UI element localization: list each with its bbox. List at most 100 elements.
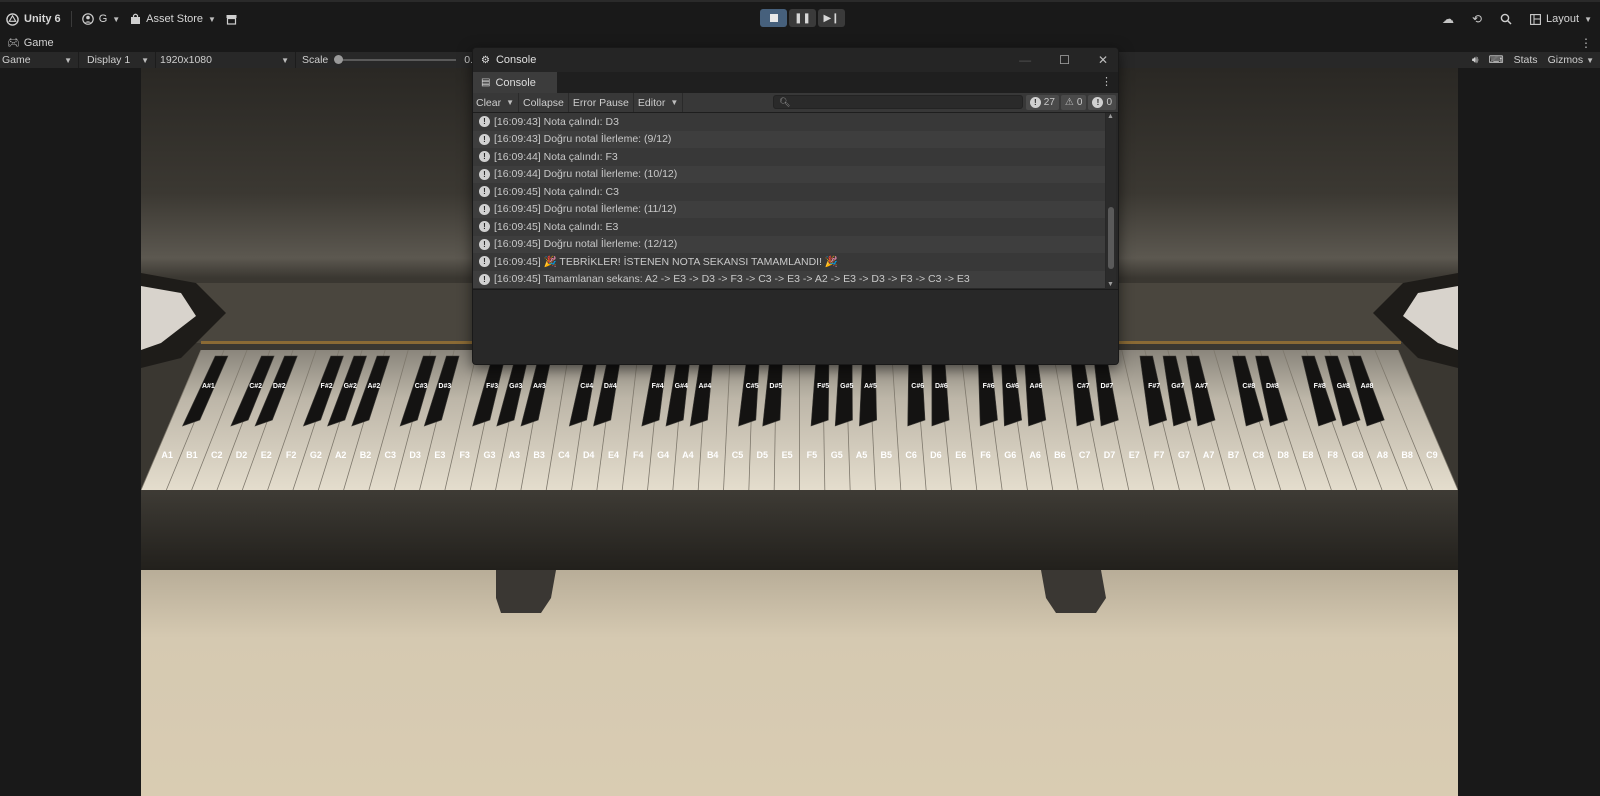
white-key-label[interactable]: A1 bbox=[161, 450, 173, 460]
step-button[interactable]: ▶❙ bbox=[818, 9, 845, 27]
white-key-label[interactable]: F2 bbox=[286, 450, 297, 460]
white-key-label[interactable]: C2 bbox=[211, 450, 223, 460]
error-count-toggle[interactable]: ! 0 bbox=[1088, 95, 1116, 110]
resolution-dropdown[interactable]: 1920x1080 ▼ bbox=[156, 52, 296, 68]
pause-button[interactable]: ❚❚ bbox=[789, 9, 816, 27]
log-count-toggle[interactable]: ! 27 bbox=[1025, 95, 1059, 110]
tab-console[interactable]: ▤ Console bbox=[473, 72, 557, 93]
console-search-input[interactable]: 🔍︎ bbox=[773, 95, 1023, 109]
white-key-label[interactable]: G4 bbox=[657, 450, 669, 460]
white-key-label[interactable]: E7 bbox=[1129, 450, 1140, 460]
log-entry[interactable]: ! [16:09:43] Doğru notal İlerleme: (9/12) bbox=[473, 130, 1105, 148]
unity-menu[interactable]: Unity 6 bbox=[6, 12, 61, 26]
chevron-down-icon[interactable]: ▼ bbox=[506, 98, 514, 107]
white-key-label[interactable]: E5 bbox=[782, 450, 793, 460]
log-entry[interactable]: ! [16:09:45] Nota çalındı: C3 bbox=[473, 183, 1105, 201]
history-icon[interactable]: ⟲ bbox=[1472, 12, 1482, 26]
stats-button[interactable]: Stats bbox=[1514, 54, 1538, 66]
log-entry[interactable]: ! [16:09:44] Nota çalındı: F3 bbox=[473, 148, 1105, 166]
layout-dropdown[interactable]: Layout ▼ bbox=[1530, 13, 1592, 25]
display-dropdown[interactable]: Display 1 ▼ bbox=[79, 52, 156, 68]
white-key-label[interactable]: E2 bbox=[261, 450, 272, 460]
maximize-icon[interactable]: ☐ bbox=[1059, 53, 1070, 67]
white-key-label[interactable]: F6 bbox=[980, 450, 991, 460]
white-key-label[interactable]: B5 bbox=[881, 450, 893, 460]
white-key-label[interactable]: A6 bbox=[1029, 450, 1041, 460]
play-button[interactable] bbox=[760, 9, 787, 27]
white-key-label[interactable]: B4 bbox=[707, 450, 719, 460]
account-dropdown[interactable]: G ▼ bbox=[81, 13, 120, 25]
log-entry[interactable]: ! [16:09:45] Doğru notal İlerleme: (11/12… bbox=[473, 200, 1105, 218]
white-key-label[interactable]: F7 bbox=[1154, 450, 1165, 460]
white-key-label[interactable]: G3 bbox=[483, 450, 495, 460]
white-key-label[interactable]: E6 bbox=[955, 450, 966, 460]
close-icon[interactable]: ✕ bbox=[1098, 53, 1108, 67]
white-key-label[interactable]: G2 bbox=[310, 450, 322, 460]
white-key-label[interactable]: C9 bbox=[1426, 450, 1438, 460]
scroll-up-icon[interactable]: ▲ bbox=[1107, 113, 1114, 120]
keyboard-icon[interactable]: ⌨ bbox=[1488, 54, 1503, 66]
white-key-label[interactable]: A3 bbox=[509, 450, 521, 460]
scroll-thumb[interactable] bbox=[1108, 207, 1114, 269]
white-key-label[interactable]: F4 bbox=[633, 450, 644, 460]
white-key-label[interactable]: G7 bbox=[1178, 450, 1190, 460]
white-key-label[interactable]: B1 bbox=[186, 450, 198, 460]
editor-dropdown[interactable]: Editor ▼ bbox=[634, 93, 684, 112]
more-options-icon[interactable]: ⋮ bbox=[1580, 36, 1592, 50]
white-key-label[interactable]: D3 bbox=[409, 450, 421, 460]
log-entry[interactable]: ! [16:09:44] Doğru notal İlerleme: (10/12… bbox=[473, 165, 1105, 183]
white-key-label[interactable]: B7 bbox=[1228, 450, 1240, 460]
minimize-icon[interactable]: — bbox=[1019, 53, 1031, 67]
more-options-icon[interactable]: ⋮ bbox=[1101, 75, 1112, 88]
log-entry[interactable]: ! [16:09:45] 🎉 TEBRİKLER! İSTENEN NOTA SE… bbox=[473, 253, 1105, 271]
gizmos-button[interactable]: Gizmos ▼ bbox=[1548, 54, 1594, 66]
console-title-bar[interactable]: ⚙ Console — ☐ ✕ bbox=[473, 48, 1118, 72]
white-key-label[interactable]: D6 bbox=[930, 450, 942, 460]
scale-slider[interactable] bbox=[334, 55, 457, 64]
scale-slider-knob[interactable] bbox=[334, 55, 344, 64]
white-key-label[interactable]: C4 bbox=[558, 450, 570, 460]
white-key-label[interactable]: C5 bbox=[732, 450, 744, 460]
white-key-label[interactable]: C3 bbox=[385, 450, 397, 460]
audio-icon[interactable]: 🔊︎ bbox=[1472, 54, 1479, 67]
white-key-label[interactable]: G5 bbox=[831, 450, 843, 460]
scroll-down-icon[interactable]: ▼ bbox=[1107, 281, 1114, 288]
log-entry[interactable]: ! [16:09:45] Doğru notal İlerleme: (12/12… bbox=[473, 235, 1105, 253]
white-key-label[interactable]: D7 bbox=[1104, 450, 1116, 460]
white-key-label[interactable]: G6 bbox=[1004, 450, 1016, 460]
game-mode-dropdown[interactable]: Game ▼ bbox=[0, 52, 79, 68]
white-key-label[interactable]: D2 bbox=[236, 450, 248, 460]
log-entry[interactable]: ! [16:09:43] Nota çalındı: D3 bbox=[473, 113, 1105, 131]
clear-button[interactable]: Clear ▼ bbox=[473, 93, 520, 112]
black-key[interactable] bbox=[859, 355, 877, 427]
white-key-label[interactable]: E4 bbox=[608, 450, 619, 460]
white-key-label[interactable]: A5 bbox=[856, 450, 868, 460]
error-pause-button[interactable]: Error Pause bbox=[569, 93, 634, 112]
warning-count-toggle[interactable]: ⚠ 0 bbox=[1060, 95, 1087, 110]
log-entry[interactable]: ! [16:09:45] Tamamlanan sekans: A2 -> E3 … bbox=[473, 270, 1105, 288]
white-key-label[interactable]: B8 bbox=[1401, 450, 1413, 460]
cloud-icon[interactable]: ☁ bbox=[1442, 12, 1454, 26]
white-key-label[interactable]: F5 bbox=[807, 450, 818, 460]
white-key-label[interactable]: B2 bbox=[360, 450, 372, 460]
white-key-label[interactable]: D4 bbox=[583, 450, 595, 460]
asset-store-dropdown[interactable]: Asset Store ▼ bbox=[130, 13, 216, 25]
white-key-label[interactable]: C7 bbox=[1079, 450, 1091, 460]
tab-game[interactable]: 🎮︎ Game bbox=[0, 37, 54, 49]
white-key-label[interactable]: A7 bbox=[1203, 450, 1215, 460]
white-key-label[interactable]: F3 bbox=[459, 450, 470, 460]
white-key-label[interactable]: E8 bbox=[1302, 450, 1313, 460]
white-key-label[interactable]: G8 bbox=[1351, 450, 1363, 460]
version-control-button[interactable] bbox=[226, 14, 237, 25]
white-key-label[interactable]: B3 bbox=[533, 450, 545, 460]
white-key-label[interactable]: A2 bbox=[335, 450, 347, 460]
white-key-label[interactable]: F8 bbox=[1327, 450, 1338, 460]
log-entry[interactable]: ! [16:09:45] Nota çalındı: E3 bbox=[473, 218, 1105, 236]
white-key-label[interactable]: A4 bbox=[682, 450, 694, 460]
white-key-label[interactable]: A8 bbox=[1377, 450, 1389, 460]
white-key-label[interactable]: C8 bbox=[1253, 450, 1265, 460]
console-scrollbar[interactable]: ▲ ▼ bbox=[1106, 113, 1116, 288]
white-key-label[interactable]: E3 bbox=[434, 450, 445, 460]
white-key-label[interactable]: D5 bbox=[757, 450, 769, 460]
search-icon[interactable] bbox=[1500, 13, 1512, 25]
